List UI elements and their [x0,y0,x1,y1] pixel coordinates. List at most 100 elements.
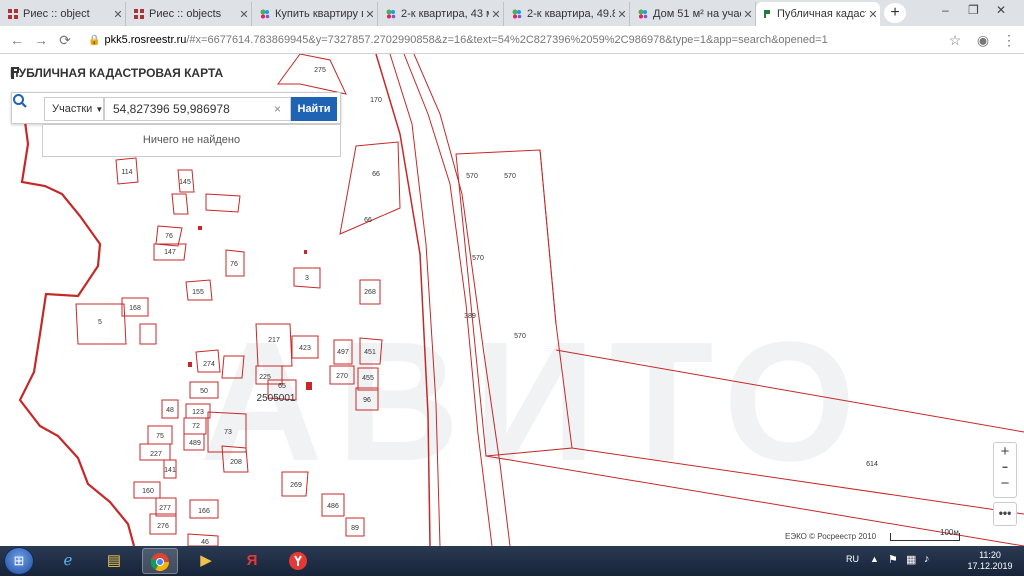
url-field[interactable]: 🔒 pkk5.rosreestr.ru/#x=6677614.783869945&… [88,31,948,49]
avito-favicon-icon [386,9,396,19]
address-bar: ← → ⟳ 🔒 pkk5.rosreestr.ru/#x=6677614.7838… [0,26,1024,54]
parcel-label: 275 [314,67,326,74]
parcel-label: 170 [370,97,382,104]
parcel-label: 570 [466,173,478,180]
parcel-label: 76 [230,261,238,268]
parcel-label: 570 [472,255,484,262]
parcel-label: 145 [179,179,191,186]
chevron-down-icon: ▼ [95,105,104,114]
search-panel: Участки▼ × Найти [11,92,341,124]
tab-close-icon[interactable]: ✕ [363,8,377,21]
yandex-icon[interactable]: Я [234,548,270,574]
more-options-button[interactable]: ••• [993,502,1017,526]
tab-title: Дом 51 м² на учас [653,8,741,20]
tab-close-icon[interactable]: ✕ [615,8,629,21]
avito-favicon-icon [260,9,270,19]
avito-favicon-icon [512,9,522,19]
parcel-label: 486 [327,503,339,510]
parcel-label: 276 [157,523,169,530]
parcel-label: 66 [372,171,380,178]
tab-close-icon[interactable]: ✕ [489,8,503,21]
start-button[interactable]: ⊞ [4,547,34,575]
volume-icon[interactable]: ♪ [924,553,930,583]
parcel-label: 141 [164,467,176,474]
parcel-label: 48 [166,407,174,414]
network-icon[interactable]: ▦ [906,553,916,583]
find-button[interactable]: Найти [291,97,337,121]
menu-kebab-icon[interactable]: ⋮ [1000,31,1018,49]
browser-tab[interactable]: Риес :: objects ✕ [128,2,252,26]
pkk-logo-icon [11,67,19,79]
language-indicator[interactable]: RU [846,554,859,584]
window-close-icon[interactable]: ✕ [996,3,1008,17]
parcel-label: 389 [464,313,476,320]
tab-close-icon[interactable]: ✕ [866,8,880,21]
flag-icon[interactable]: ⚑ [888,553,898,583]
parcel-label: 46 [201,539,209,546]
cadastral-map[interactable]: АВИТО 275 170 66 66 570 570 570 570 114 … [0,54,1024,546]
parcel-label: 277 [159,505,171,512]
browser-tab[interactable]: 2-к квартира, 43 м ✕ [380,2,504,26]
account-icon[interactable]: ◉ [974,31,992,49]
media-player-icon[interactable]: ▶ [188,548,224,574]
url-domain: pkk5.rosreestr.ru [104,34,187,46]
search-input[interactable] [104,97,291,121]
new-tab-button[interactable]: + [884,3,906,23]
yandex-browser-logo-icon [289,552,307,570]
explorer-icon[interactable]: ▤ [96,548,132,574]
parcel-label: 570 [504,173,516,180]
chrome-icon[interactable] [142,548,178,574]
tab-close-icon[interactable]: ✕ [741,8,755,21]
clear-search-icon[interactable]: × [274,102,281,116]
reload-icon[interactable]: ⟳ [56,31,74,49]
search-type-label: Участки [52,103,93,115]
parcel-label: 123 [192,409,204,416]
back-arrow-icon[interactable]: ← [8,31,26,49]
search-type-select[interactable]: Участки ▼ [44,97,104,121]
parcel-label: 166 [198,508,210,515]
parcel-label: 89 [351,525,359,532]
ie-icon[interactable]: ℯ [50,548,86,574]
clock-date: 17.12.2019 [967,561,1013,571]
zoom-out-button[interactable]: − [994,475,1016,493]
maximize-icon[interactable]: ❐ [968,3,980,17]
parcel-label: 50 [200,388,208,395]
parcel-label: 274 [203,361,215,368]
tab-close-icon[interactable]: ✕ [237,8,251,21]
system-clock[interactable]: 11:20 17.12.2019 [960,550,1020,572]
parcel-label: 497 [337,349,349,356]
browser-tab[interactable]: Купить квартиру в ✕ [254,2,378,26]
parcel-label: 570 [514,333,526,340]
minimize-icon[interactable]: – [942,3,954,17]
app-logo: ПУБЛИЧНАЯ КАДАСТРОВАЯ КАРТА [10,66,223,80]
parcel-label: 65 [278,383,286,390]
zoom-in-button[interactable]: + [994,443,1016,461]
parcel-label: 114 [121,169,132,176]
parcel-label: 147 [164,249,176,256]
tray-expand-icon[interactable]: ▲ [870,554,879,584]
browser-tab-active[interactable]: Публичная кадаст ✕ [756,2,880,26]
tab-close-icon[interactable]: ✕ [111,8,125,21]
parcel-label: 217 [268,337,280,344]
browser-tab[interactable]: Дом 51 м² на учас ✕ [632,2,756,26]
clock-time: 11:20 [979,550,1001,560]
bookmark-star-icon[interactable]: ☆ [946,31,964,49]
tab-title: 2-к квартира, 49.8 [527,8,615,20]
browser-tab[interactable]: Риес :: object ✕ [2,2,126,26]
zoom-level-bar: ━ [1002,463,1008,472]
search-icon[interactable] [12,93,28,109]
riees-favicon-icon [8,9,18,19]
chrome-logo-icon [151,553,169,572]
parcel-label: 3 [305,275,309,282]
map-attribution: ЕЭКО © Росреестр 2010 [785,532,877,541]
parcel-label: 423 [299,345,311,352]
yandex-browser-icon[interactable] [280,548,316,574]
forward-arrow-icon[interactable]: → [32,31,50,49]
parcel-label-block: 2505001 [257,393,296,404]
browser-tab[interactable]: 2-к квартира, 49.8 ✕ [506,2,630,26]
parcel-label: 66 [364,217,372,224]
no-results-message: Ничего не найдено [42,124,341,157]
parcel-label: 208 [230,459,242,466]
app-title: ПУБЛИЧНАЯ КАДАСТРОВАЯ КАРТА [10,66,224,80]
parcel-label: 155 [192,289,204,296]
